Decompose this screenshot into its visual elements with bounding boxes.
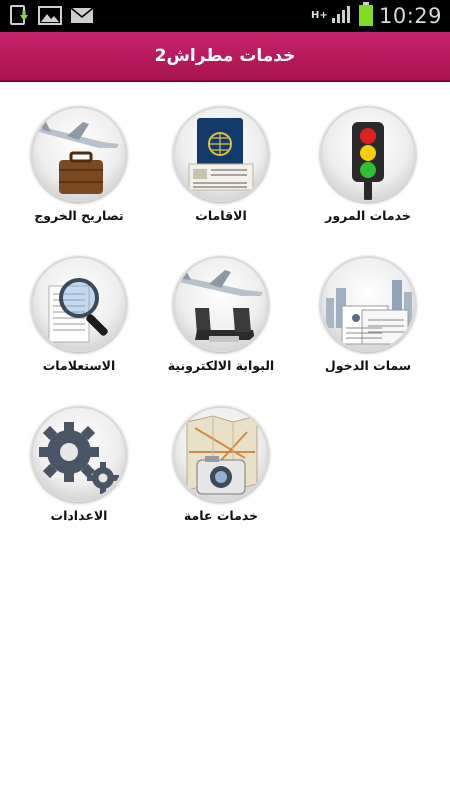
network-type: H+ xyxy=(310,10,328,21)
tile-inquiries[interactable]: الاستعلامات xyxy=(14,256,144,373)
gears-icon xyxy=(31,406,127,502)
tile-label: الاستعلامات xyxy=(42,358,116,373)
download-icon xyxy=(8,5,30,31)
tile-e-gate[interactable]: البوابة الالكترونية xyxy=(156,256,286,373)
tile-label: البوابة الالكترونية xyxy=(167,358,275,373)
tile-label: تصاريح الخروج xyxy=(34,208,124,223)
airplane-luggage-icon xyxy=(31,106,127,202)
tile-general-services[interactable]: خدمات عامة xyxy=(156,406,286,523)
visa-document-icon xyxy=(320,256,416,352)
tile-label: خدمات المرور xyxy=(325,208,411,223)
tile-label: الاعدادات xyxy=(50,508,108,523)
signal-icon xyxy=(331,4,353,28)
map-camera-icon xyxy=(173,406,269,502)
tile-settings[interactable]: الاعدادات xyxy=(14,406,144,523)
status-bar: H+ 10:29 xyxy=(0,0,450,32)
tile-label: خدمات عامة xyxy=(183,508,259,523)
battery-icon xyxy=(358,2,373,30)
tile-exit-permits[interactable]: تصاريح الخروج xyxy=(14,106,144,223)
traffic-light-icon xyxy=(320,106,416,202)
magnifier-icon xyxy=(31,256,127,352)
tile-label: سمات الدخول xyxy=(324,358,412,373)
page-title: خدمات مطراش2 xyxy=(154,46,296,66)
gallery-icon xyxy=(38,5,62,31)
app-header: خدمات مطراش2 xyxy=(0,32,450,82)
passport-icon xyxy=(173,106,269,202)
mail-icon xyxy=(70,5,94,31)
tile-label: الاقامات xyxy=(195,208,247,223)
tile-entry-visas[interactable]: سمات الدخول xyxy=(303,256,433,373)
clock: 10:29 xyxy=(378,4,442,28)
tile-traffic-services[interactable]: خدمات المرور xyxy=(303,106,433,223)
tile-residency[interactable]: الاقامات xyxy=(156,106,286,223)
airplane-seat-icon xyxy=(173,256,269,352)
